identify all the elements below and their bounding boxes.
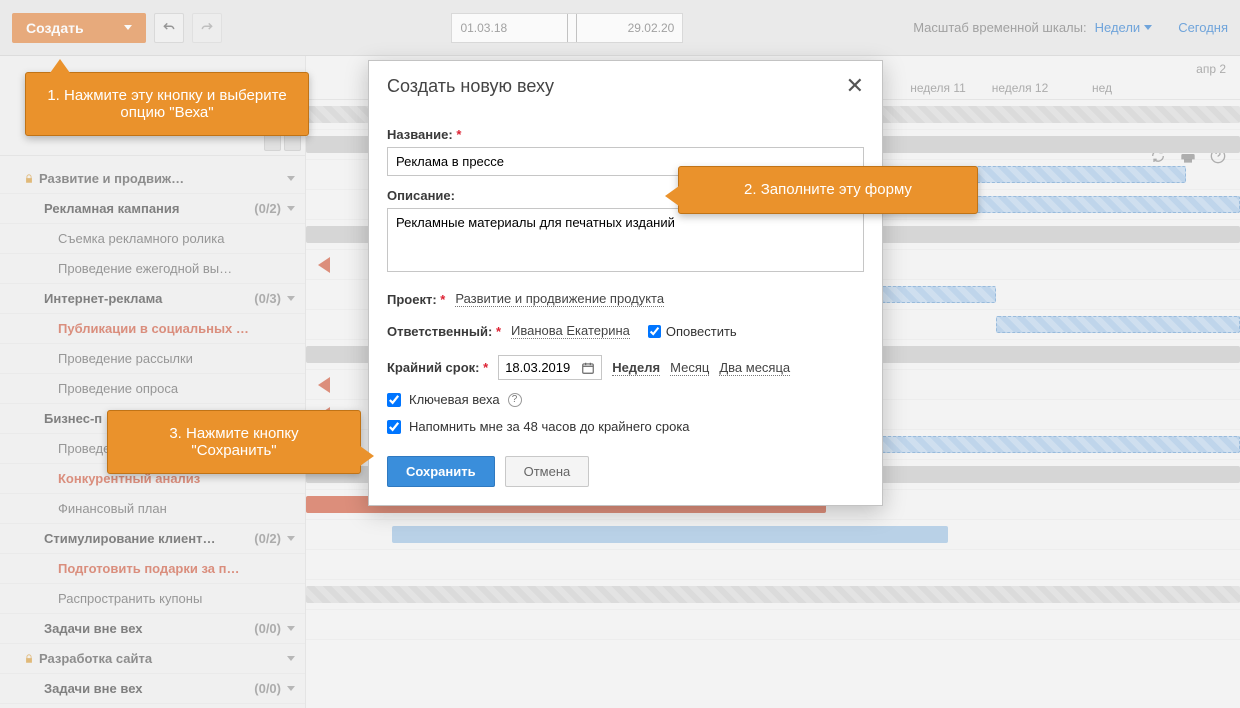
save-button[interactable]: Сохранить — [387, 456, 495, 487]
callout-step-2: 2. Заполните эту форму — [678, 166, 978, 214]
remind-label: Напомнить мне за 48 часов до крайнего ср… — [409, 419, 690, 434]
help-icon[interactable]: ? — [508, 393, 522, 407]
responsible-label: Ответственный: * — [387, 324, 501, 339]
remind-checkbox[interactable]: Напомнить мне за 48 часов до крайнего ср… — [387, 419, 864, 434]
deadline-field[interactable] — [505, 360, 575, 375]
notify-label: Оповестить — [666, 324, 737, 339]
callout-step-1: 1. Нажмите эту кнопку и выберите опцию "… — [25, 72, 309, 136]
description-input[interactable]: Рекламные материалы для печатных изданий — [387, 208, 864, 272]
responsible-select[interactable]: Иванова Екатерина — [511, 323, 630, 339]
key-milestone-label: Ключевая веха — [409, 392, 500, 407]
dialog-footer: Сохранить Отмена — [387, 456, 864, 487]
preset-two-months[interactable]: Два месяца — [719, 360, 790, 376]
key-milestone-checkbox[interactable]: Ключевая веха? — [387, 392, 864, 407]
preset-month[interactable]: Месяц — [670, 360, 709, 376]
callout-step-3: 3. Нажмите кнопку "Сохранить" — [107, 410, 361, 474]
dialog-title: Создать новую веху — [387, 76, 554, 97]
cancel-button[interactable]: Отмена — [505, 456, 590, 487]
deadline-label: Крайний срок: * — [387, 360, 488, 375]
deadline-input[interactable] — [498, 355, 602, 380]
create-milestone-dialog: Создать новую веху ✕ Название: * Описани… — [368, 60, 883, 506]
notify-checkbox[interactable]: Оповестить — [648, 324, 737, 339]
calendar-icon — [581, 361, 595, 375]
name-label: Название: * — [387, 127, 864, 142]
close-icon[interactable]: ✕ — [846, 75, 864, 97]
project-select[interactable]: Развитие и продвижение продукта — [455, 291, 664, 307]
project-label: Проект: * — [387, 292, 445, 307]
preset-week[interactable]: Неделя — [612, 360, 660, 376]
dialog-header: Создать новую веху ✕ — [369, 61, 882, 111]
